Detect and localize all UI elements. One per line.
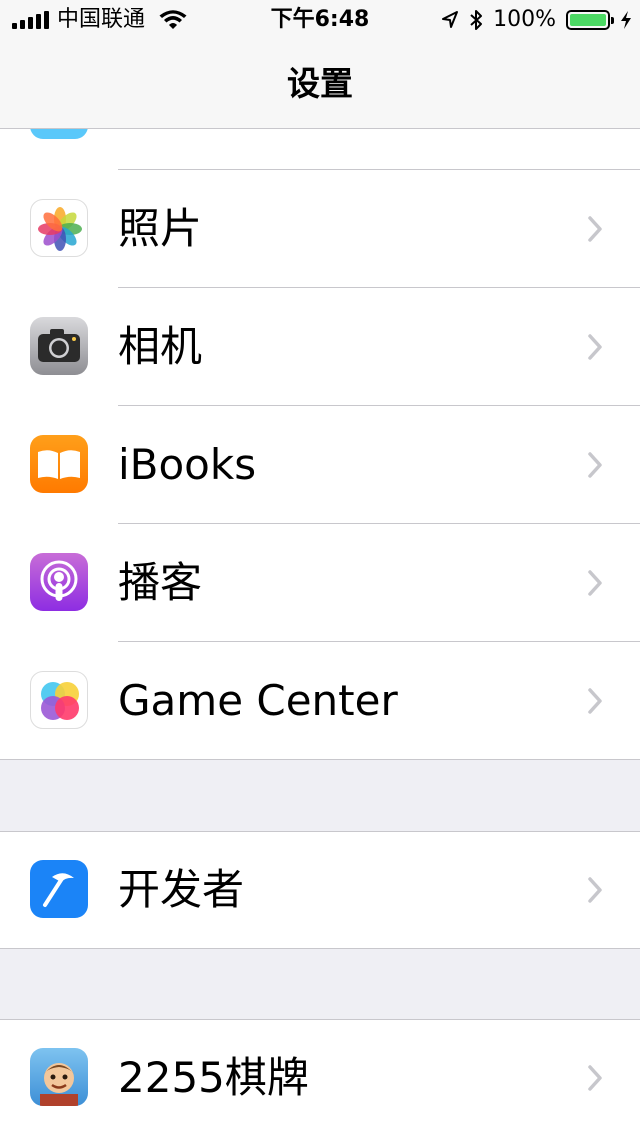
settings-row-game-center[interactable]: Game Center — [0, 642, 640, 760]
chevron-right-icon — [588, 688, 602, 714]
bluetooth-icon — [470, 10, 483, 30]
settings-row-label: 照片 — [118, 204, 203, 253]
page-title: 设置 — [287, 64, 353, 103]
top-bar: 中国联通 下午6:48 100% 设置 — [0, 0, 640, 129]
photos-icon — [30, 199, 88, 257]
settings-row-label: 相机 — [118, 322, 203, 371]
chevron-right-icon — [588, 1065, 602, 1091]
settings-row-label: 2255棋牌 — [118, 1053, 309, 1102]
chevron-right-icon — [588, 216, 602, 242]
settings-row-photos[interactable]: 照片 — [0, 170, 640, 288]
camera-icon — [30, 317, 88, 375]
settings-row-label: Game Center — [118, 676, 398, 725]
settings-row-camera[interactable]: 相机 — [0, 288, 640, 406]
settings-row-label: 播客 — [118, 558, 203, 607]
charging-bolt-icon — [621, 11, 631, 29]
chevron-right-icon — [588, 570, 602, 596]
developer-icon — [30, 860, 88, 918]
game-center-icon — [30, 671, 88, 729]
settings-row-label: 开发者 — [118, 865, 245, 914]
settings-group-developer: 开发者 — [0, 831, 640, 949]
settings-row-label: iBooks — [118, 440, 257, 489]
chevron-right-icon — [588, 334, 602, 360]
battery-icon — [566, 10, 614, 30]
podcasts-icon — [30, 553, 88, 611]
app-2255-icon — [30, 1048, 88, 1106]
chevron-right-icon — [588, 452, 602, 478]
settings-row-2255[interactable]: 2255棋牌 — [0, 1019, 640, 1137]
battery-percent-label: 100% — [493, 7, 556, 32]
ibooks-icon — [30, 435, 88, 493]
settings-row-developer[interactable]: 开发者 — [0, 831, 640, 949]
settings-group-apps: 2255棋牌 — [0, 1019, 640, 1137]
settings-row-ibooks[interactable]: iBooks — [0, 406, 640, 524]
status-bar: 中国联通 下午6:48 100% — [0, 0, 640, 40]
settings-group-media: 视频 照片 — [0, 52, 640, 760]
chevron-right-icon — [588, 877, 602, 903]
settings-row-podcasts[interactable]: 播客 — [0, 524, 640, 642]
location-arrow-icon — [442, 11, 459, 28]
